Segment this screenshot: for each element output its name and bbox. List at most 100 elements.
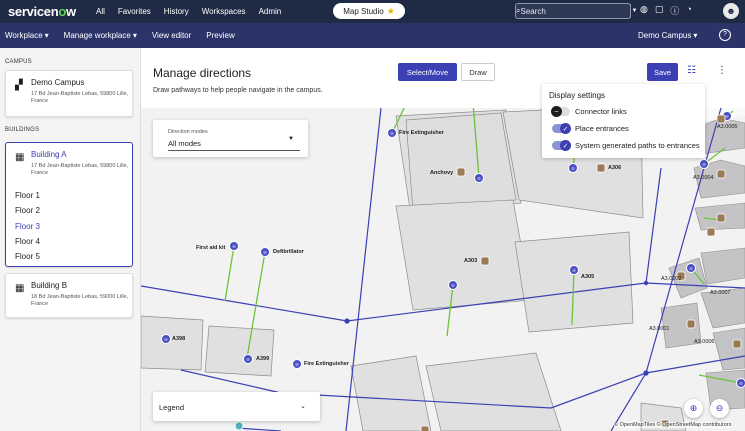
nav-favorites[interactable]: Favorites xyxy=(118,7,151,16)
building-icon: ▦ xyxy=(15,283,25,294)
chevron-down-icon: ⌄ xyxy=(300,403,306,410)
draw-button[interactable]: Draw xyxy=(461,63,495,81)
check-icon: ✓ xyxy=(560,123,571,134)
direction-modes-label: Direction modes xyxy=(168,129,208,135)
sliders-icon[interactable]: ☷ xyxy=(687,65,696,76)
nav-admin[interactable]: Admin xyxy=(259,7,282,16)
place-entrances-toggle[interactable]: ✓ xyxy=(552,123,571,134)
legend-label: Legend xyxy=(159,403,185,412)
floor-item[interactable]: Floor 5 xyxy=(15,249,40,264)
top-nav-menu: All Favorites History Workspaces Admin xyxy=(96,7,281,16)
page-title: Manage directions xyxy=(153,66,252,80)
manage-workplace-menu[interactable]: Manage workplace ▾ xyxy=(64,31,137,40)
campus-address: 17 Bd Jean-Baptiste Lebas, 59800 Lille, … xyxy=(31,91,129,104)
nav-all[interactable]: All xyxy=(96,7,105,16)
zoom-out-button[interactable]: ⊖ xyxy=(710,399,729,418)
map-label-a3-0007: A3.0007 xyxy=(710,290,731,296)
place-entrances-label: Place entrances xyxy=(575,124,629,133)
select-move-button[interactable]: Select/Move xyxy=(398,63,457,81)
floor-list: Floor 1 Floor 2 Floor 3 Floor 4 Floor 5 xyxy=(15,188,40,264)
zoom-in-button[interactable]: ⊕ xyxy=(684,399,703,418)
system-paths-toggle[interactable]: ✓ xyxy=(552,140,571,151)
chevron-down-icon: ▾ xyxy=(132,31,137,40)
connector-links-toggle[interactable]: – xyxy=(551,106,570,117)
page-subtitle: Draw pathways to help people navigate in… xyxy=(153,87,323,94)
workplace-menu[interactable]: Workplace ▾ xyxy=(5,31,49,40)
chevron-down-icon: ▾ xyxy=(44,31,49,40)
building-a-address: 17 Bd Jean-Baptiste Lebas, 59800 Lille, … xyxy=(31,163,129,176)
map-label-a3-0005: A3.0005 xyxy=(717,124,738,130)
campus-card[interactable]: ▞ Demo Campus 17 Bd Jean-Baptiste Lebas,… xyxy=(5,70,133,117)
check-icon: ✓ xyxy=(560,140,571,151)
svg-text:◎: ◎ xyxy=(295,362,299,367)
svg-text:◎: ◎ xyxy=(702,162,706,167)
save-button[interactable]: Save xyxy=(647,63,678,81)
system-paths-label: System generated paths to entrances xyxy=(575,141,700,150)
select-underline xyxy=(168,150,300,151)
map-label-a3-0004: A3.0004 xyxy=(693,175,714,181)
preview-link[interactable]: Preview xyxy=(206,31,234,40)
search-scope-dropdown[interactable]: ▼ xyxy=(630,4,637,18)
building-b-card[interactable]: ▦ Building B 18 Bd Jean-Baptiste Lebas, … xyxy=(5,273,133,318)
help-icon[interactable]: ? xyxy=(719,29,731,41)
global-search: ⌕ ▼ xyxy=(515,3,637,19)
svg-text:◎: ◎ xyxy=(232,244,236,249)
system-paths-row: ✓ System generated paths to entrances xyxy=(552,140,700,151)
map-label-a3-0002: A3.0002 xyxy=(661,276,682,282)
header-icons: ◍ ▢ ⓘ ◔ xyxy=(640,4,692,17)
bell-icon[interactable]: ◔ xyxy=(686,4,691,17)
svg-text:◎: ◎ xyxy=(263,250,267,255)
map-label-a305: A305 xyxy=(581,274,595,280)
svg-text:◎: ◎ xyxy=(164,337,168,342)
campus-selector[interactable]: Demo Campus ▾ xyxy=(638,31,697,40)
globe-icon[interactable]: ◍ xyxy=(640,4,648,17)
help-icon[interactable]: ⓘ xyxy=(670,4,679,17)
map-label-a399: A399 xyxy=(256,356,270,362)
connector-links-row: – Connector links xyxy=(551,106,627,117)
map-attribution[interactable]: © OpenMapTiles © OpenStreetMap contribut… xyxy=(614,422,732,428)
nav-workspaces[interactable]: Workspaces xyxy=(202,7,246,16)
svg-text:◎: ◎ xyxy=(477,176,481,181)
direction-modes-select[interactable]: Direction modes All modes ▼ xyxy=(153,120,308,157)
map-label-fire-extinguisher-2: Fire Extinguisher xyxy=(304,361,349,367)
floor-item[interactable]: Floor 2 xyxy=(15,203,40,218)
svg-text:◎: ◎ xyxy=(739,381,743,386)
minus-icon: – xyxy=(551,106,562,117)
building-b-address: 18 Bd Jean-Baptiste Lebas, 59000 Lille, … xyxy=(31,294,129,307)
map-label-a303: A303 xyxy=(464,258,478,264)
building-a-name: Building A xyxy=(31,150,67,159)
zoom-out-icon: ⊖ xyxy=(715,403,724,413)
map-label-defibrillator: Defibrillator xyxy=(273,249,304,255)
buildings-section-label: BUILDINGS xyxy=(5,127,40,133)
servicenow-logo[interactable]: servicenow xyxy=(8,4,88,19)
view-editor-link[interactable]: View editor xyxy=(152,31,191,40)
legend-panel[interactable]: Legend ⌄ xyxy=(153,392,320,421)
chevron-down-icon: ▾ xyxy=(693,31,698,40)
map-label-a306: A306 xyxy=(608,165,622,171)
svg-text:◎: ◎ xyxy=(572,268,576,273)
more-vertical-icon[interactable]: ⋮ xyxy=(717,65,727,76)
map-label-anchovy: Anchovy xyxy=(430,170,454,176)
chat-icon[interactable]: ▢ xyxy=(655,4,664,17)
map-label-a3-0001: A3.0001 xyxy=(649,326,670,332)
search-input[interactable] xyxy=(520,6,631,16)
nav-history[interactable]: History xyxy=(164,7,189,16)
map-studio-pill[interactable]: Map Studio ★ xyxy=(333,3,405,19)
map-label-fire-extinguisher: Fire Extinguisher xyxy=(399,130,444,136)
avatar[interactable]: ☻ xyxy=(723,3,739,19)
display-settings-title: Display settings xyxy=(549,91,606,100)
left-panel: CAMPUS ▞ Demo Campus 17 Bd Jean-Baptiste… xyxy=(0,48,141,431)
building-b-name: Building B xyxy=(31,281,68,290)
star-icon[interactable]: ★ xyxy=(387,6,395,17)
display-settings-panel: Display settings – Connector links ✓ Pla… xyxy=(542,84,705,158)
svg-text:◎: ◎ xyxy=(571,166,575,171)
connector-links-label: Connector links xyxy=(575,107,627,116)
map-studio-label: Map Studio xyxy=(343,6,384,16)
floor-item[interactable]: Floor 1 xyxy=(15,188,40,203)
floor-item[interactable]: Floor 4 xyxy=(15,234,40,249)
map-label-first-aid-kit: First aid kit xyxy=(196,245,226,251)
place-entrances-row: ✓ Place entrances xyxy=(552,123,629,134)
floor-item-active[interactable]: Floor 3 xyxy=(15,219,40,234)
campus-building-icon: ▞ xyxy=(15,80,23,91)
building-a-card[interactable]: ▦ Building A 17 Bd Jean-Baptiste Lebas, … xyxy=(5,142,133,267)
